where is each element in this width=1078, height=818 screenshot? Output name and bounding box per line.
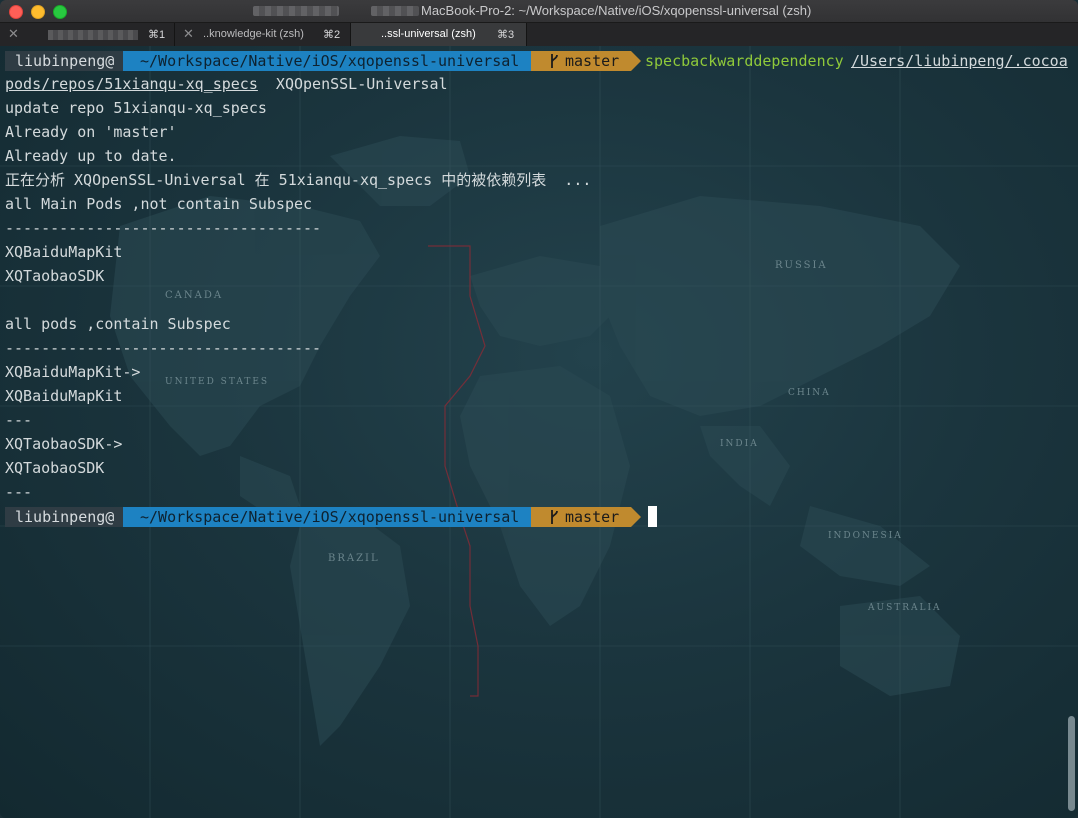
terminal-content[interactable]: RUSSIA CANADA UNITED STATES CHINA INDIA … xyxy=(0,46,1078,818)
command-arg-cont: pods/repos/51xianqu-xq_specs xyxy=(5,75,258,93)
terminal-window: MacBook-Pro-2: ~/Workspace/Native/iOS/xq… xyxy=(0,0,1078,818)
blurred-hostname xyxy=(371,6,419,16)
terminal-output: liubinpeng@ ~/Workspace/Native/iOS/xqope… xyxy=(5,48,1068,528)
title-bar[interactable]: MacBook-Pro-2: ~/Workspace/Native/iOS/xq… xyxy=(0,0,1078,22)
git-branch-icon xyxy=(551,510,558,524)
command-name: specbackwarddependency xyxy=(645,52,844,70)
git-branch-icon xyxy=(551,54,558,68)
output-line: update repo 51xianqu-xq_specs xyxy=(5,99,267,117)
command-arg: /Users/liubinpeng/.cocoa xyxy=(851,52,1068,70)
tab-shortcut: ⌘1 xyxy=(148,29,166,41)
blurred-hostname xyxy=(253,6,339,16)
output-line: XQBaiduMapKit xyxy=(5,387,123,405)
output-line: XQBaiduMapKit-> xyxy=(5,363,141,381)
zoom-window-button[interactable] xyxy=(53,5,67,19)
segment-arrow xyxy=(631,507,641,527)
tab-label: ..ssl-universal (zsh) xyxy=(381,28,476,40)
tab-2[interactable]: ✕ ..knowledge-kit (zsh) ⌘2 xyxy=(175,23,351,46)
tab-bar: ✕ ⌘1 ✕ ..knowledge-kit (zsh) ⌘2 ..ssl-un… xyxy=(0,22,1078,47)
map-label-brazil: BRAZIL xyxy=(328,553,380,564)
output-line: XQTaobaoSDK xyxy=(5,267,105,285)
tab-shortcut: ⌘3 xyxy=(497,29,515,41)
blurred-tab-label xyxy=(48,30,138,40)
window-controls xyxy=(9,5,67,19)
prompt-line: liubinpeng@ ~/Workspace/Native/iOS/xqope… xyxy=(5,48,1068,72)
output-line: XQTaobaoSDK xyxy=(5,459,105,477)
minimize-window-button[interactable] xyxy=(31,5,45,19)
prompt-user: liubinpeng@ xyxy=(5,51,123,71)
prompt-git: master xyxy=(531,51,631,71)
output-line: Already on 'master' xyxy=(5,123,177,141)
tab-shortcut: ⌘2 xyxy=(323,29,341,41)
output-line: XQBaiduMapKit xyxy=(5,243,123,261)
vertical-scrollbar[interactable] xyxy=(1068,716,1075,811)
prompt-line: liubinpeng@ ~/Workspace/Native/iOS/xqope… xyxy=(5,504,1065,528)
output-line: --- xyxy=(5,411,33,429)
command-continuation: pods/repos/51xianqu-xq_specs XQOpenSSL-U… xyxy=(5,72,1065,96)
window-title: MacBook-Pro-2: ~/Workspace/Native/iOS/xq… xyxy=(421,3,812,18)
prompt-path: ~/Workspace/Native/iOS/xqopenssl-univers… xyxy=(123,507,531,527)
tab-label: ..knowledge-kit (zsh) xyxy=(203,28,304,40)
map-label-indonesia: INDONESIA xyxy=(828,531,903,541)
close-window-button[interactable] xyxy=(9,5,23,19)
output-line: all Main Pods ,not contain Subspec xyxy=(5,195,313,213)
prompt-user: liubinpeng@ xyxy=(5,507,123,527)
output-line: ----------------------------------- xyxy=(5,219,322,237)
tab-3[interactable]: ..ssl-universal (zsh) ⌘3 xyxy=(351,23,527,46)
command-arg-rest: XQOpenSSL-Universal xyxy=(257,75,448,93)
text-cursor[interactable] xyxy=(648,506,657,527)
close-tab-icon[interactable]: ✕ xyxy=(8,26,19,42)
output-line: --- xyxy=(5,483,33,501)
git-branch-name: master xyxy=(565,52,620,70)
prompt-git: master xyxy=(531,507,631,527)
output-line: all pods ,contain Subspec xyxy=(5,315,231,333)
output-line: 正在分析 XQOpenSSL-Universal 在 51xianqu-xq_s… xyxy=(5,171,592,189)
segment-arrow xyxy=(631,51,641,71)
tab-1[interactable]: ✕ ⌘1 xyxy=(0,23,175,46)
prompt-path: ~/Workspace/Native/iOS/xqopenssl-univers… xyxy=(123,51,531,71)
output-line: ----------------------------------- xyxy=(5,339,322,357)
git-branch-name: master xyxy=(565,508,620,526)
close-tab-icon[interactable]: ✕ xyxy=(183,26,194,42)
map-label-australia: AUSTRALIA xyxy=(867,603,942,613)
output-line: Already up to date. xyxy=(5,147,177,165)
output-line: XQTaobaoSDK-> xyxy=(5,435,123,453)
